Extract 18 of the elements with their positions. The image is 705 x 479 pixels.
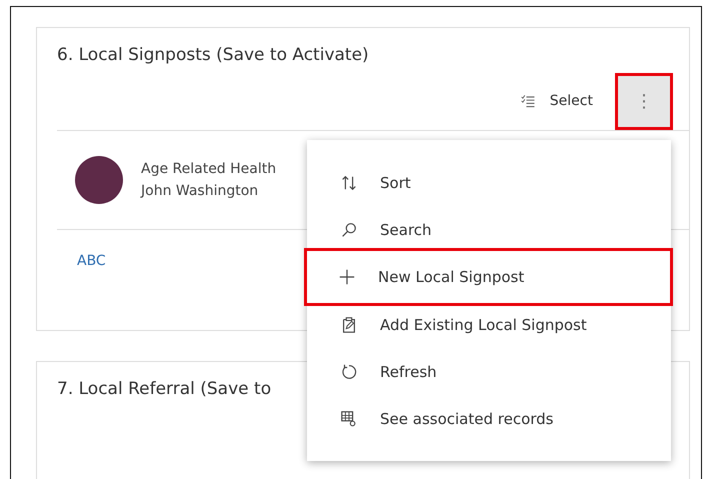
menu-item[interactable]: Sort — [307, 159, 671, 206]
menu-item[interactable]: New Local Signpost — [304, 248, 673, 306]
menu-item[interactable]: Refresh — [307, 348, 671, 395]
menu-item[interactable]: See associated records — [307, 395, 671, 442]
search-icon — [340, 220, 358, 238]
plus-icon — [338, 268, 356, 286]
record-title: Age Related Health — [141, 161, 276, 177]
checklist-icon — [520, 93, 536, 109]
section-title: 6. Local Signposts (Save to Activate) — [57, 44, 369, 67]
section-title: 7. Local Referral (Save to — [57, 378, 272, 401]
clipboard-icon — [340, 316, 358, 334]
refresh-icon — [340, 362, 358, 380]
grid-link-icon — [340, 410, 358, 428]
more-options-button[interactable]: ⋮ — [615, 72, 673, 130]
select-button[interactable]: Select — [514, 93, 599, 109]
record-link[interactable]: ABC — [77, 253, 106, 269]
record-owner: John Washington — [141, 183, 260, 199]
sort-arrows-icon — [340, 174, 358, 192]
